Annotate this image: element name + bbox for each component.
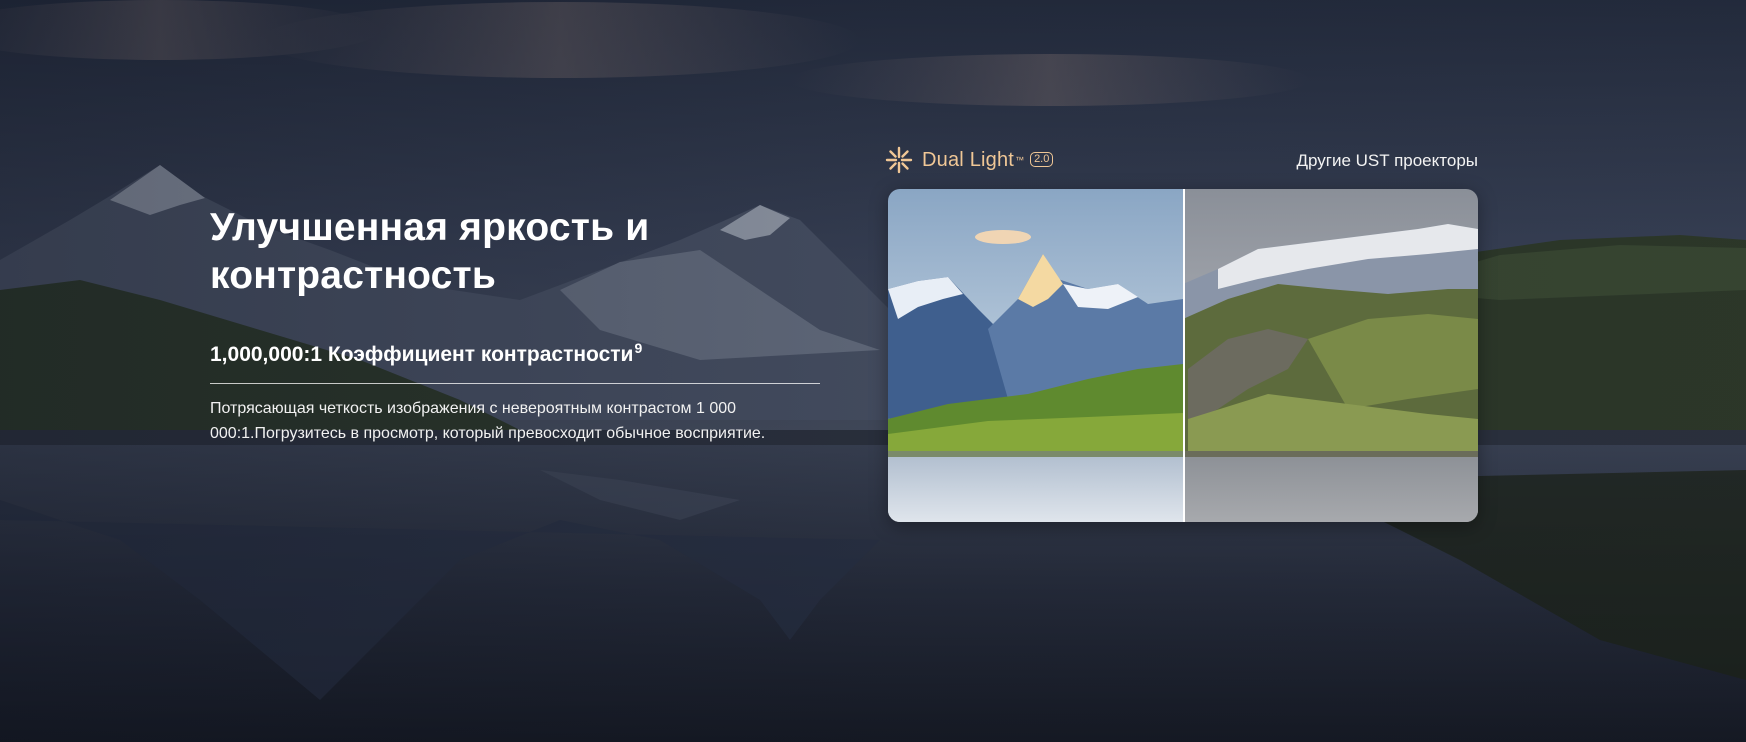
comparison-divider[interactable] bbox=[1183, 189, 1185, 522]
footnote-marker[interactable]: 9 bbox=[634, 340, 642, 356]
comparison-image bbox=[888, 189, 1478, 522]
dual-light-side bbox=[888, 189, 1183, 522]
feature-headline: Улучшенная яркость и контрастность bbox=[210, 206, 650, 297]
trademark-symbol: ™ bbox=[1015, 155, 1025, 165]
dual-light-brand: Dual Light ™ 2.0 bbox=[884, 145, 1054, 175]
version-badge: 2.0 bbox=[1030, 151, 1054, 167]
other-projectors-side bbox=[1183, 189, 1478, 522]
hero-section: Улучшенная яркость и контрастность 1,000… bbox=[0, 0, 1746, 742]
contrast-ratio-text: 1,000,000:1 Коэффициент контрастности bbox=[210, 343, 634, 366]
feature-text-block: Улучшенная яркость и контрастность 1,000… bbox=[210, 204, 820, 446]
feature-description: Потрясающая четкость изображения с невер… bbox=[210, 400, 766, 442]
contrast-ratio-heading: 1,000,000:1 Коэффициент контрастности9 bbox=[210, 334, 820, 384]
brand-name: Dual Light bbox=[922, 148, 1015, 171]
sparkle-icon bbox=[885, 146, 913, 174]
comparison-header: Dual Light ™ 2.0 Другие UST проекторы bbox=[884, 145, 1478, 179]
other-projectors-label: Другие UST проекторы bbox=[1296, 151, 1479, 170]
